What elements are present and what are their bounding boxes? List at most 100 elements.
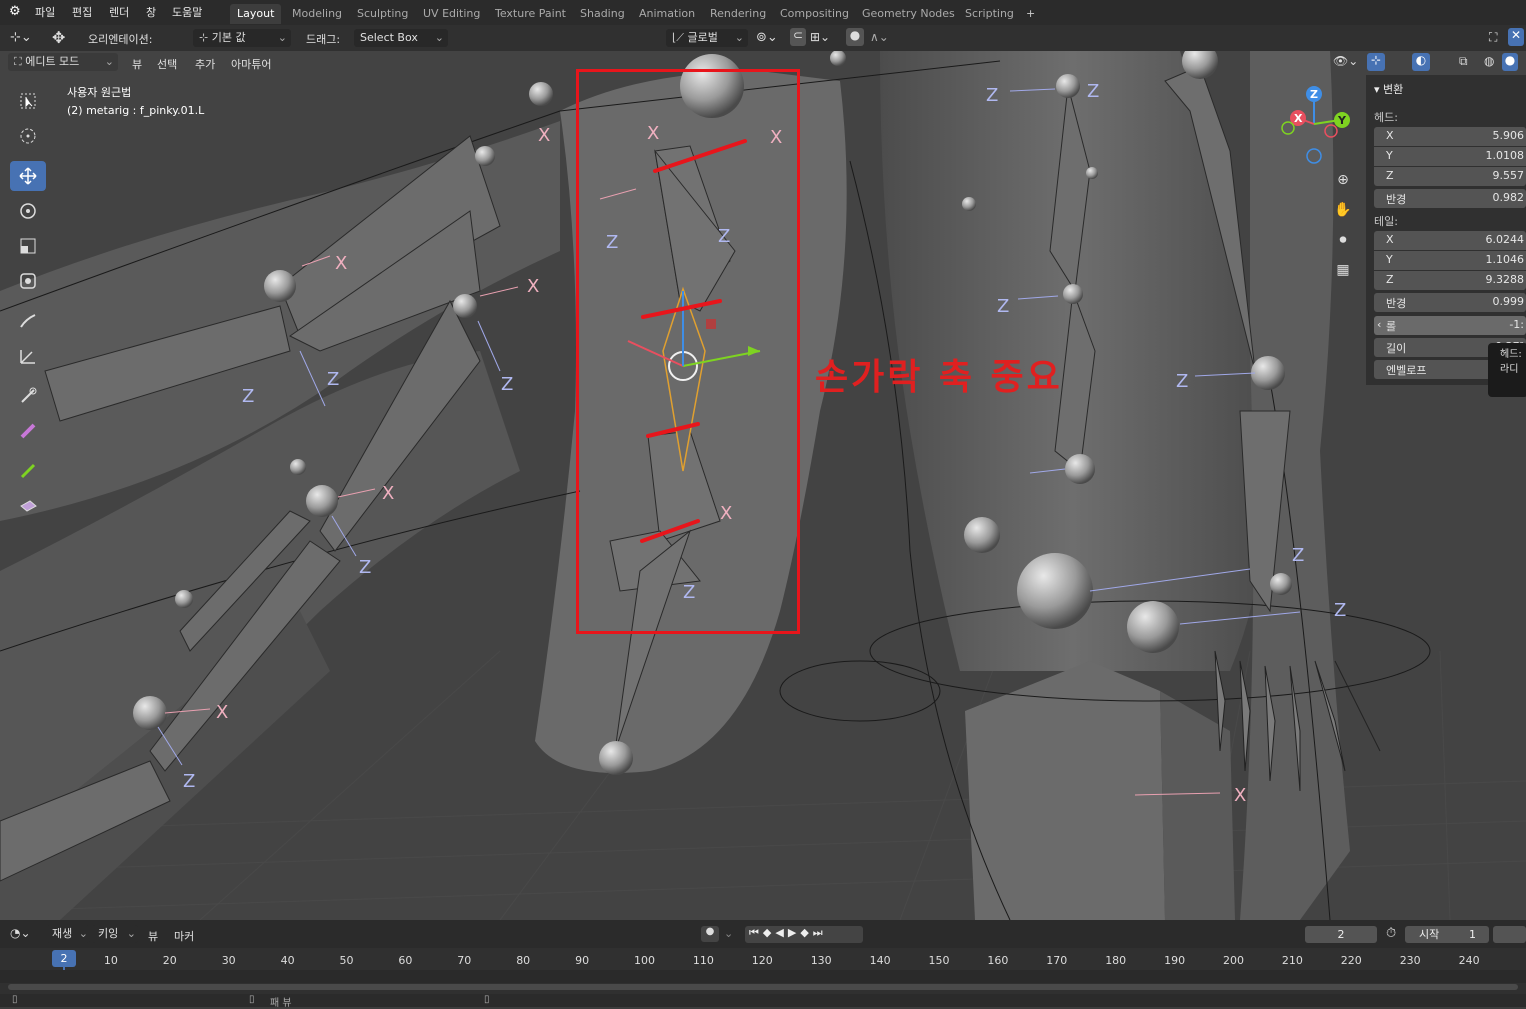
blender-logo-icon[interactable]: ⚙ <box>9 4 21 19</box>
field-label: 엔벨로프 <box>1386 364 1427 377</box>
timeline-view-menu[interactable]: 뷰 <box>148 928 158 944</box>
next-keyframe-icon[interactable]: ◆ <box>800 926 812 939</box>
transform-tool-icon[interactable] <box>10 266 46 296</box>
camera-icon[interactable]: ⏺ <box>1331 228 1355 252</box>
rotate-tool-icon[interactable] <box>10 196 46 226</box>
pan-hand-icon[interactable]: ✋ <box>1331 198 1355 222</box>
proportional-edit-icon[interactable]: ● <box>846 28 864 46</box>
tooltip-line: 헤드: <box>1500 349 1522 360</box>
editor-type-icon[interactable]: ◔⌄ <box>10 926 31 940</box>
gizmo-z-label: Z <box>1310 88 1318 101</box>
play-icon[interactable]: ▶ <box>788 926 800 939</box>
end-frame-field[interactable] <box>1493 926 1526 943</box>
frame-tick-label: 40 <box>280 954 295 967</box>
playback-menu[interactable]: 재생 ⌄ <box>46 925 90 943</box>
orientation-dropdown[interactable]: ⊹ 기본 값 ⌄ <box>193 29 291 47</box>
mode-dropdown[interactable]: ⛶ 에디트 모드 ⌄ <box>8 53 118 71</box>
tail-z-field[interactable]: Z 9.3288 <box>1374 271 1526 290</box>
menu-select[interactable]: 선택 <box>157 56 177 72</box>
drag-dropdown[interactable]: Select Box ⌄ <box>354 29 448 47</box>
tail-y-field[interactable]: Y 1.1046 <box>1374 251 1526 270</box>
snap-icon[interactable]: ⊂ <box>790 28 806 46</box>
tab-rendering[interactable]: Rendering <box>703 4 773 24</box>
gizmo-toggle-icon[interactable]: ⛶ <box>1489 30 1497 45</box>
roll-tool-icon[interactable] <box>10 381 46 411</box>
tab-compositing[interactable]: Compositing <box>773 4 856 24</box>
tail-x-field[interactable]: X 6.0244 <box>1374 231 1526 250</box>
pivot-point-icon[interactable]: ⊚⌄ <box>756 30 778 45</box>
play-reverse-icon[interactable]: ◀ <box>775 926 787 939</box>
current-frame-field[interactable]: 2 <box>1305 926 1377 943</box>
playhead[interactable]: 2 <box>52 950 76 967</box>
transform-orientation-dropdown[interactable]: ⌊⟋ 글로벌 ⌄ <box>666 29 748 47</box>
timeline-marker-menu[interactable]: 마커 <box>174 928 194 944</box>
cursor-tool-icon[interactable] <box>10 121 46 151</box>
tab-geometry-nodes[interactable]: Geometry Nodes <box>855 4 962 24</box>
bone-size-tool-icon[interactable] <box>10 416 46 446</box>
wireframe-shading-icon[interactable]: ◍ <box>1484 54 1494 68</box>
tab-layout[interactable]: Layout <box>230 4 282 24</box>
solid-shading-icon[interactable]: ● <box>1502 53 1518 71</box>
overlay-icon[interactable]: ◐ <box>1412 53 1430 71</box>
menu-render[interactable]: 렌더 <box>109 4 129 20</box>
head-y-field[interactable]: Y 1.0108 <box>1374 147 1526 166</box>
tab-modeling[interactable]: Modeling <box>285 4 349 24</box>
falloff-icon[interactable]: ∧⌄ <box>870 30 889 44</box>
head-z-field[interactable]: Z 9.557 <box>1374 167 1526 186</box>
scale-tool-icon[interactable] <box>10 231 46 261</box>
add-workspace-button[interactable]: + <box>1019 4 1042 24</box>
keying-menu[interactable]: 키잉 ⌄ <box>92 925 138 943</box>
transform-mode-icon[interactable]: ⊹⌄ <box>10 30 32 45</box>
fullscreen-icon[interactable]: ✕ <box>1508 28 1524 46</box>
select-tool-icon[interactable] <box>10 86 46 116</box>
chevron-down-icon[interactable]: ⌄ <box>724 927 733 940</box>
snap-target-icon[interactable]: ⊞⌄ <box>810 30 830 44</box>
menu-armature[interactable]: 아마튜어 <box>231 56 271 72</box>
tail-radius-field[interactable]: 반경 0.999 <box>1374 293 1526 312</box>
tab-sculpting[interactable]: Sculpting <box>350 4 415 24</box>
ortho-grid-icon[interactable]: ▦ <box>1331 258 1355 282</box>
menu-edit[interactable]: 편집 <box>72 4 92 20</box>
visibility-icon[interactable]: 👁⌄ <box>1333 54 1358 68</box>
timeline-track[interactable] <box>0 970 1526 983</box>
tab-animation[interactable]: Animation <box>632 4 702 24</box>
z-axis-label: Z <box>1292 545 1304 566</box>
measure-tool-icon[interactable] <box>10 341 46 371</box>
timeline[interactable]: 10 20 30 40 50 60 70 80 90 100 110 120 130 140 150 160 1… <box>0 948 1526 1009</box>
head-radius-field[interactable]: 반경 0.982 <box>1374 189 1526 208</box>
frame-ruler[interactable]: 10 20 30 40 50 60 70 80 90 100 110 120 130 140 150 160 1… <box>0 948 1526 970</box>
extrude-tool-icon[interactable] <box>10 456 46 486</box>
menu-view[interactable]: 뷰 <box>132 56 142 72</box>
prev-keyframe-icon[interactable]: ◆ <box>763 926 775 939</box>
status-bar: ▯ ▯ 패 뷰 ▯ <box>0 994 1526 1009</box>
timeline-scrollbar[interactable] <box>8 984 1518 990</box>
xray-icon[interactable]: ⧉ <box>1459 54 1468 69</box>
menu-help[interactable]: 도움말 <box>172 4 202 20</box>
start-label: 시작 <box>1419 928 1440 941</box>
zoom-icon[interactable]: ⊕ <box>1331 168 1355 192</box>
tab-scripting[interactable]: Scripting <box>958 4 1021 24</box>
frame-tick-label: 180 <box>1105 954 1127 967</box>
roll-field[interactable]: ‹ 롤 -1: <box>1374 316 1526 335</box>
z-axis-label: Z <box>1176 371 1188 392</box>
jump-end-icon[interactable]: ⏭ <box>813 926 827 939</box>
record-icon[interactable]: ● <box>701 926 719 942</box>
tab-texture-paint[interactable]: Texture Paint <box>488 4 573 24</box>
menu-file[interactable]: 파일 <box>35 4 55 20</box>
show-gizmo-icon[interactable]: ⊹ <box>1367 53 1385 71</box>
head-x-field[interactable]: X 5.906 <box>1374 127 1526 146</box>
playback-controls[interactable]: ⏮◆◀▶◆⏭ <box>745 926 863 943</box>
annotate-tool-icon[interactable] <box>10 306 46 336</box>
navigation-gizmo[interactable]: Z X Y <box>1276 84 1356 164</box>
stopwatch-icon[interactable]: ⏱ <box>1386 926 1396 941</box>
bone-envelope-tool-icon[interactable] <box>10 491 46 521</box>
menu-add[interactable]: 추가 <box>195 56 215 72</box>
start-frame-field[interactable]: 시작 1 <box>1405 926 1489 943</box>
move-tool-icon[interactable] <box>10 161 46 191</box>
jump-start-icon[interactable]: ⏮ <box>749 926 763 939</box>
menu-window[interactable]: 창 <box>146 4 156 20</box>
transform-section-header[interactable]: ▾ 변환 <box>1374 81 1403 97</box>
tab-shading[interactable]: Shading <box>573 4 632 24</box>
move-icon[interactable]: ✥ <box>52 28 65 47</box>
tab-uv-editing[interactable]: UV Editing <box>416 4 487 24</box>
